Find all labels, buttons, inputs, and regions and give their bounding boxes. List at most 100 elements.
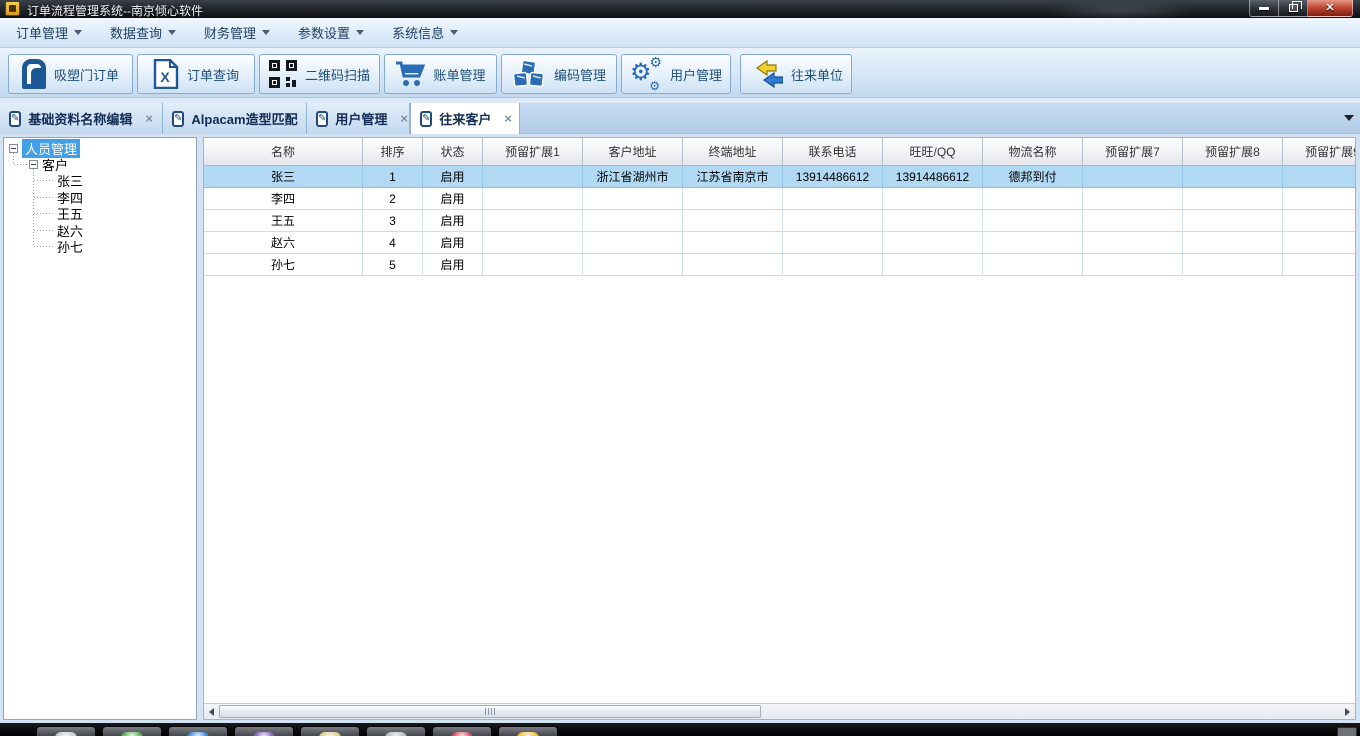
grid-cell — [1083, 210, 1183, 232]
tab-business-customers[interactable]: ✎ 往来客户 × — [410, 103, 520, 134]
grid-column-header-11[interactable]: 预留扩展9 — [1283, 138, 1356, 166]
close-button[interactable]: ✕ — [1308, 0, 1353, 17]
grid-column-header-5[interactable]: 终端地址 — [683, 138, 783, 166]
toolbar-button-business-partners[interactable]: 往来单位 — [740, 54, 852, 94]
grid-cell — [783, 232, 883, 254]
tab-alpacam-match[interactable]: ✎ Alpacam造型匹配 × — [163, 103, 307, 134]
grid-column-header-9[interactable]: 预留扩展7 — [1083, 138, 1183, 166]
tab-close-icon[interactable]: × — [143, 111, 155, 126]
taskbar-button-gold-folder-icon[interactable] — [498, 726, 558, 736]
grid-cell: 13914486612 — [883, 166, 983, 188]
toolbar-button-bill-management[interactable]: 账单管理 — [384, 54, 497, 94]
menu-item-2[interactable]: 财务管理 — [196, 19, 278, 46]
tab-basic-data-name-edit[interactable]: ✎ 基础资料名称编辑 × — [0, 103, 163, 134]
grid-column-header-4[interactable]: 客户地址 — [583, 138, 683, 166]
grid-column-header-1[interactable]: 排序 — [363, 138, 423, 166]
scroll-right-button[interactable] — [1340, 704, 1355, 719]
grid-cell: 5 — [363, 254, 423, 276]
tree-connector — [34, 197, 54, 198]
grid-cell: 启用 — [423, 232, 483, 254]
tree-connector — [34, 213, 54, 214]
horizontal-scrollbar[interactable] — [204, 703, 1355, 719]
grid-cell: 张三 — [204, 166, 363, 188]
taskbar-button-yellow-app-icon[interactable] — [300, 726, 360, 736]
tree-collapse-icon[interactable] — [9, 144, 18, 153]
taskbar-button-blue-app-icon[interactable] — [168, 726, 228, 736]
grid-cell: 赵六 — [204, 232, 363, 254]
window-controls: ✕ — [1249, 0, 1353, 17]
grid-column-header-2[interactable]: 状态 — [423, 138, 483, 166]
grid-cell: 孙七 — [204, 254, 363, 276]
tree-connector — [34, 246, 54, 247]
taskbar-button-red-app-icon[interactable] — [432, 726, 492, 736]
maximize-button[interactable] — [1279, 0, 1308, 17]
green-app-icon — [121, 732, 143, 736]
grid-row-1[interactable]: 李四2启用 — [204, 188, 1356, 210]
menu-item-3[interactable]: 参数设置 — [290, 19, 372, 46]
grid-row-4[interactable]: 孙七5启用 — [204, 254, 1356, 276]
grid-cell — [1283, 210, 1356, 232]
grid-row-3[interactable]: 赵六4启用 — [204, 232, 1356, 254]
chevron-down-icon — [356, 30, 364, 35]
grid-column-header-10[interactable]: 预留扩展8 — [1183, 138, 1283, 166]
taskbar-button-silver-app-icon[interactable] — [366, 726, 426, 736]
system-tray[interactable] — [1337, 727, 1357, 736]
glass-reflection — [1040, 0, 1200, 18]
tree-item-2[interactable]: 王五 — [57, 205, 83, 221]
shopping-cart-icon — [395, 60, 425, 88]
edit-icon: ✎ — [172, 111, 184, 127]
grid-cell — [1183, 166, 1283, 188]
grid-cell — [783, 210, 883, 232]
grid-cell — [683, 254, 783, 276]
minimize-button[interactable] — [1249, 0, 1279, 17]
grid-cell — [1283, 166, 1356, 188]
toolbar-button-qr-scan[interactable]: 二维码扫描 — [259, 54, 380, 94]
tab-close-icon[interactable]: × — [502, 111, 514, 126]
grid-column-header-3[interactable]: 预留扩展1 — [483, 138, 583, 166]
grid-cell — [683, 232, 783, 254]
toolbar-button-label: 订单查询 — [187, 65, 239, 84]
taskbar-button-purple-app-icon[interactable] — [234, 726, 294, 736]
grid-cell — [883, 188, 983, 210]
scrollbar-thumb[interactable] — [219, 705, 761, 718]
grid-row-2[interactable]: 王五3启用 — [204, 210, 1356, 232]
grid-cell — [883, 210, 983, 232]
chevron-down-icon — [168, 30, 176, 35]
tree-collapse-icon[interactable] — [29, 160, 38, 169]
purple-app-icon — [253, 732, 275, 736]
grid-column-header-7[interactable]: 旺旺/QQ — [883, 138, 983, 166]
grid-header-row: 名称排序状态预留扩展1客户地址终端地址联系电话旺旺/QQ物流名称预留扩展7预留扩… — [204, 138, 1356, 166]
toolbar-button-user-management[interactable]: ⚙⚙⚙ 用户管理 — [621, 54, 731, 94]
tab-overflow-chevron-icon[interactable] — [1344, 115, 1354, 121]
taskbar-button-start-orb[interactable] — [36, 726, 96, 736]
silver-app-icon — [385, 732, 407, 736]
menu-item-label: 系统信息 — [392, 23, 444, 42]
menu-item-0[interactable]: 订单管理 — [8, 19, 90, 46]
grid-cell — [783, 254, 883, 276]
grid-cell: 浙江省湖州市 — [583, 166, 683, 188]
grid-column-header-0[interactable]: 名称 — [204, 138, 363, 166]
grid-column-header-6[interactable]: 联系电话 — [783, 138, 883, 166]
toolbar-button-code-management[interactable]: 编码管理 — [501, 54, 617, 94]
tab-label: 基础资料名称编辑 — [28, 109, 132, 128]
scroll-left-button[interactable] — [204, 704, 219, 719]
tree-item-4[interactable]: 孙七 — [57, 238, 83, 254]
tab-close-icon[interactable]: × — [398, 111, 410, 126]
grid-row-0[interactable]: 张三1启用浙江省湖州市江苏省南京市1391448661213914486612德… — [204, 166, 1356, 188]
toolbar-button-blister-door-order[interactable]: 吸塑门订单 — [8, 54, 133, 94]
toolbar-button-order-query[interactable]: X 订单查询 — [137, 54, 255, 94]
grid-cell: 3 — [363, 210, 423, 232]
taskbar — [0, 723, 1360, 736]
menu-item-4[interactable]: 系统信息 — [384, 19, 466, 46]
door-icon — [22, 59, 46, 89]
menu-item-1[interactable]: 数据查询 — [102, 19, 184, 46]
grid-cell — [1183, 232, 1283, 254]
tab-user-management[interactable]: ✎ 用户管理 × — [307, 103, 410, 134]
grid-cell — [1083, 166, 1183, 188]
close-icon: ✕ — [1325, 3, 1334, 14]
tree-item-0[interactable]: 张三 — [57, 172, 83, 188]
taskbar-button-green-app-icon[interactable] — [102, 726, 162, 736]
svg-text:X: X — [160, 69, 170, 85]
grid-column-header-8[interactable]: 物流名称 — [983, 138, 1083, 166]
toolbar-button-label: 账单管理 — [433, 65, 485, 84]
